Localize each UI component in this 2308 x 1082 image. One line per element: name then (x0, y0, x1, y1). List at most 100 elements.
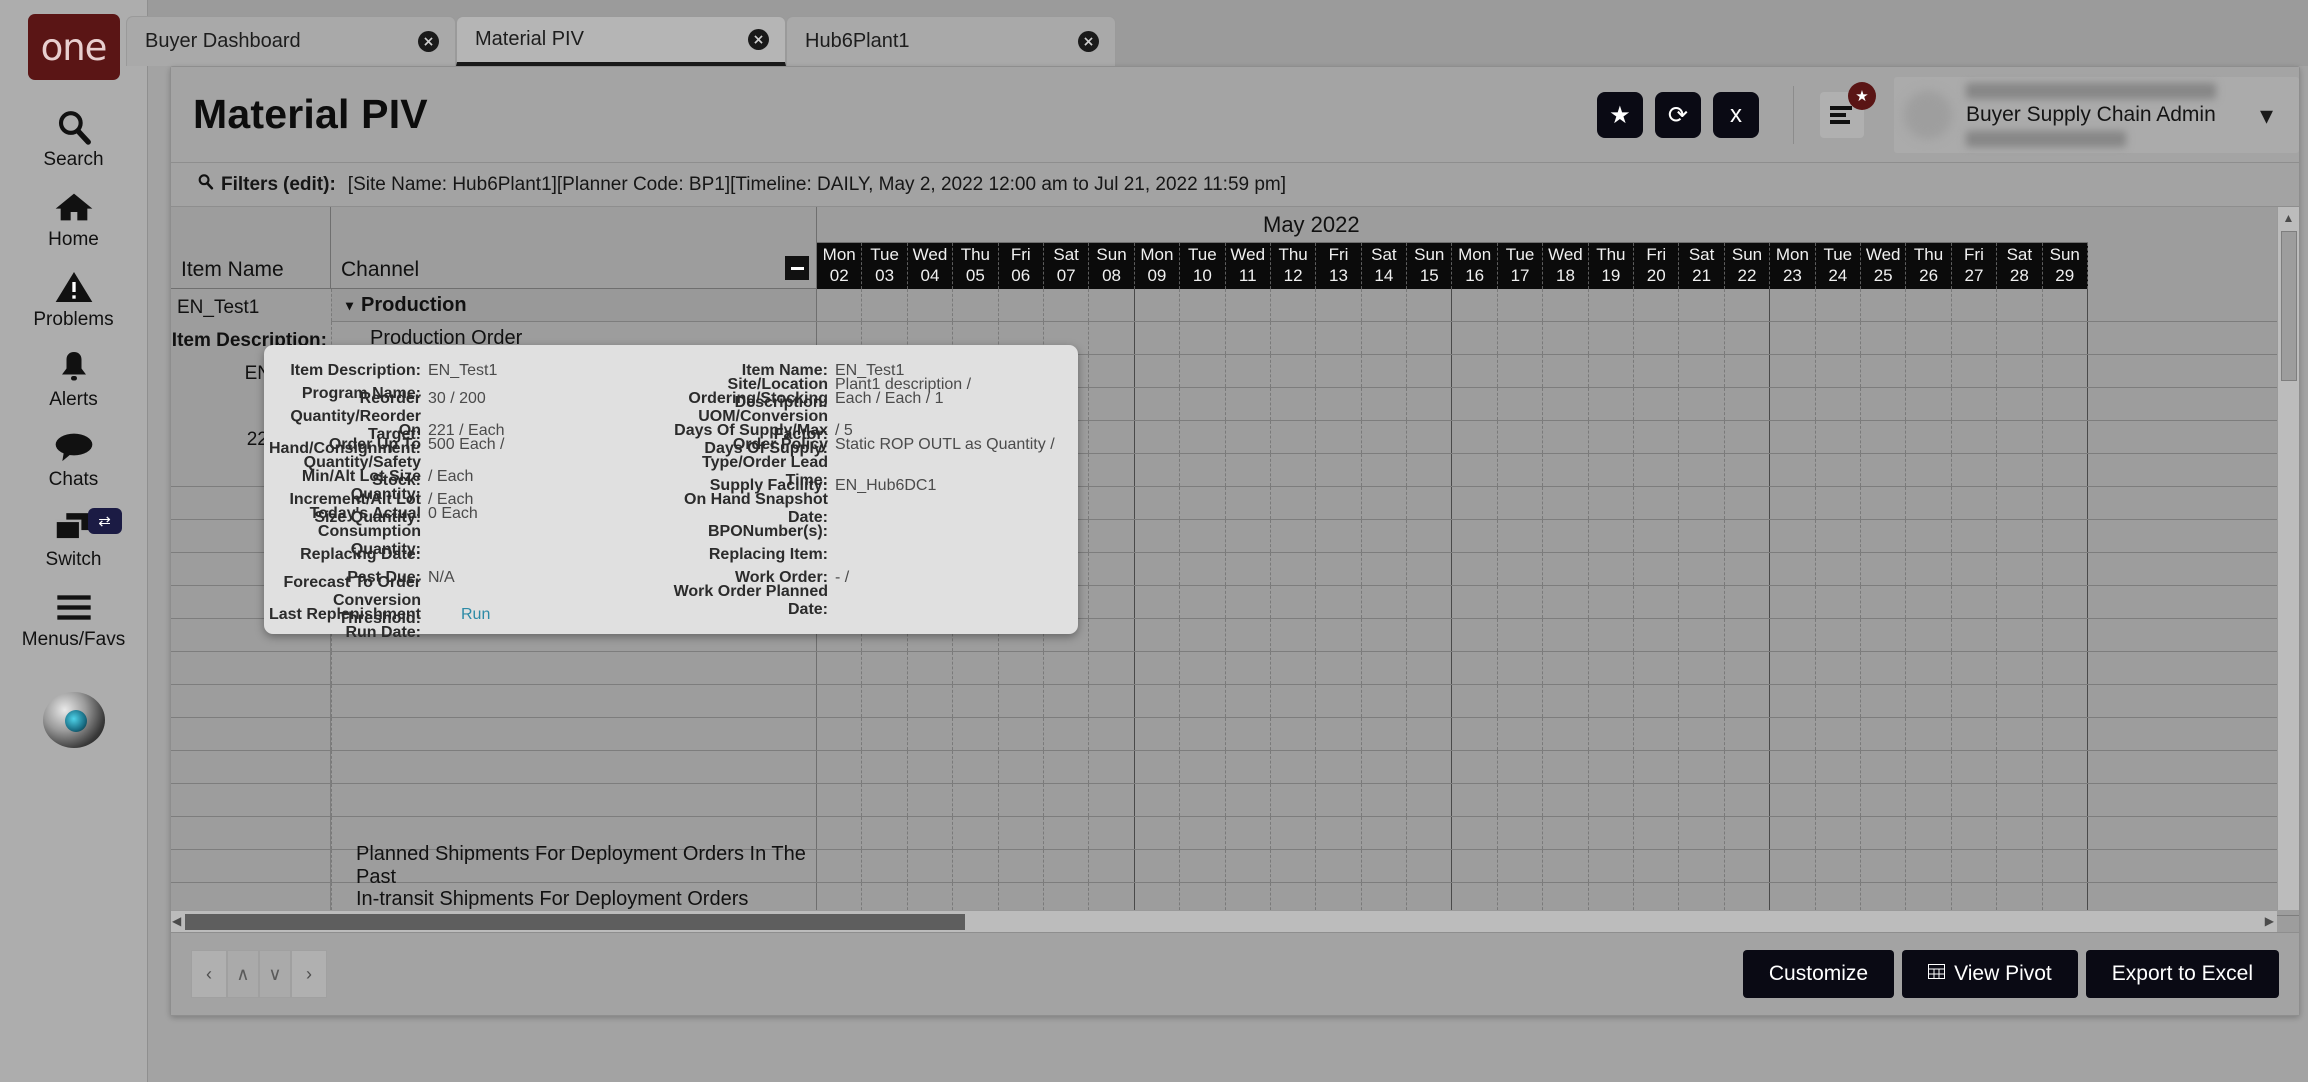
grid-cell[interactable] (908, 751, 954, 783)
grid-cell[interactable] (1089, 586, 1135, 618)
grid-cell[interactable] (1952, 850, 1998, 882)
grid-cell[interactable] (1271, 520, 1317, 552)
grid-cell[interactable] (1679, 586, 1725, 618)
grid-cell[interactable] (1226, 355, 1271, 387)
collapse-minus-icon[interactable] (785, 256, 809, 280)
grid-cell[interactable] (1089, 553, 1135, 585)
grid-cell[interactable] (1906, 784, 1952, 816)
grid-cell[interactable] (1816, 619, 1861, 651)
grid-cell[interactable] (1407, 421, 1453, 453)
table-row[interactable]: Planned Shipments For Deployment Orders … (171, 843, 2299, 888)
rail-item-switch[interactable]: ⇄ Switch (0, 506, 148, 571)
grid-cell[interactable] (999, 817, 1044, 849)
grid-cell[interactable] (1589, 685, 1635, 717)
tab-hub6plant1[interactable]: Hub6Plant1 × (786, 16, 1116, 66)
grid-cell[interactable] (1952, 553, 1998, 585)
grid-cell[interactable] (1271, 289, 1317, 321)
grid-cell[interactable] (1498, 289, 1544, 321)
grid-cell[interactable] (1226, 454, 1271, 486)
grid-cell[interactable] (1498, 850, 1544, 882)
favorite-button[interactable]: ★ (1596, 92, 1643, 138)
grid-cell[interactable] (2043, 652, 2088, 684)
grid-cell[interactable] (1770, 850, 1816, 882)
grid-cell[interactable] (1589, 718, 1635, 750)
horizontal-scrollbar[interactable]: ◀ ▶ (171, 910, 2277, 932)
grid-cell[interactable] (1498, 388, 1544, 420)
prev-page-button[interactable]: ‹ (191, 950, 227, 998)
day-column-header[interactable]: Sat 07 (1044, 243, 1090, 289)
grid-cell[interactable] (1362, 718, 1408, 750)
grid-cell[interactable] (1725, 322, 1771, 354)
grid-cell[interactable] (908, 784, 954, 816)
grid-cell[interactable] (1861, 817, 1907, 849)
grid-cell[interactable] (2043, 289, 2088, 321)
grid-cell[interactable] (1906, 751, 1952, 783)
grid-cell[interactable] (1997, 718, 2043, 750)
grid-cell[interactable] (1452, 388, 1498, 420)
grid-cell[interactable] (1044, 850, 1090, 882)
rail-item-search[interactable]: Search (0, 106, 148, 171)
grid-cell[interactable] (1180, 652, 1226, 684)
grid-cell[interactable] (1589, 355, 1635, 387)
grid-cell[interactable] (1589, 322, 1635, 354)
grid-cell[interactable] (1226, 289, 1271, 321)
grid-cell[interactable] (2043, 619, 2088, 651)
grid-cell[interactable] (1452, 454, 1498, 486)
quick-menu-button[interactable]: ★ (1819, 82, 1876, 138)
grid-cell[interactable] (1997, 685, 2043, 717)
grid-cell[interactable] (1770, 619, 1816, 651)
grid-cell[interactable] (1498, 454, 1544, 486)
grid-cell[interactable] (1180, 421, 1226, 453)
grid-cell[interactable] (1498, 586, 1544, 618)
grid-cell[interactable] (862, 817, 908, 849)
grid-cell[interactable] (1271, 586, 1317, 618)
grid-cell[interactable] (908, 289, 954, 321)
grid-cell[interactable] (1271, 652, 1317, 684)
chevron-down-icon[interactable]: ▾ (2260, 100, 2273, 131)
grid-cell[interactable] (1543, 817, 1589, 849)
grid-cell[interactable] (1770, 751, 1816, 783)
grid-cell[interactable] (953, 751, 999, 783)
grid-cell[interactable] (1997, 454, 2043, 486)
grid-cell[interactable] (1725, 289, 1771, 321)
grid-cell[interactable] (1906, 355, 1952, 387)
grid-cell[interactable] (1634, 487, 1680, 519)
grid-cell[interactable] (1906, 817, 1952, 849)
horizontal-scroll-thumb[interactable] (185, 914, 965, 930)
grid-cell[interactable] (1226, 685, 1271, 717)
grid-cell[interactable] (953, 784, 999, 816)
grid-cell[interactable] (1679, 322, 1725, 354)
grid-cell[interactable] (1498, 355, 1544, 387)
grid-cell[interactable] (1816, 454, 1861, 486)
grid-cell[interactable] (1634, 553, 1680, 585)
grid-cell[interactable] (1226, 817, 1271, 849)
grid-cell[interactable] (999, 652, 1044, 684)
grid-cell[interactable] (1770, 586, 1816, 618)
grid-cell[interactable] (1362, 685, 1408, 717)
grid-cell[interactable] (1906, 289, 1952, 321)
column-header-item-name[interactable]: Item Name (171, 207, 331, 289)
grid-cell[interactable] (1725, 619, 1771, 651)
grid-cell[interactable] (1362, 289, 1408, 321)
grid-cell[interactable] (1362, 454, 1408, 486)
page-down-button[interactable]: ∨ (259, 950, 291, 998)
grid-cell[interactable] (1044, 652, 1090, 684)
grid-cell[interactable] (1861, 289, 1907, 321)
grid-cell[interactable] (1952, 388, 1998, 420)
grid-cell[interactable] (2043, 784, 2088, 816)
grid-cell[interactable] (1816, 388, 1861, 420)
day-column-header[interactable]: Fri 27 (1952, 243, 1998, 289)
grid-cell[interactable] (1589, 784, 1635, 816)
grid-cell[interactable] (1316, 586, 1362, 618)
grid-cell[interactable] (1906, 652, 1952, 684)
grid-cell[interactable] (1997, 421, 2043, 453)
grid-cell[interactable] (1180, 718, 1226, 750)
grid-cell[interactable] (1498, 619, 1544, 651)
grid-cell[interactable] (1362, 322, 1408, 354)
grid-cell[interactable] (1589, 652, 1635, 684)
grid-cell[interactable] (1997, 289, 2043, 321)
grid-cell[interactable] (1089, 817, 1135, 849)
grid-cell[interactable] (1725, 718, 1771, 750)
grid-cell[interactable] (1589, 421, 1635, 453)
grid-cell[interactable] (1997, 487, 2043, 519)
